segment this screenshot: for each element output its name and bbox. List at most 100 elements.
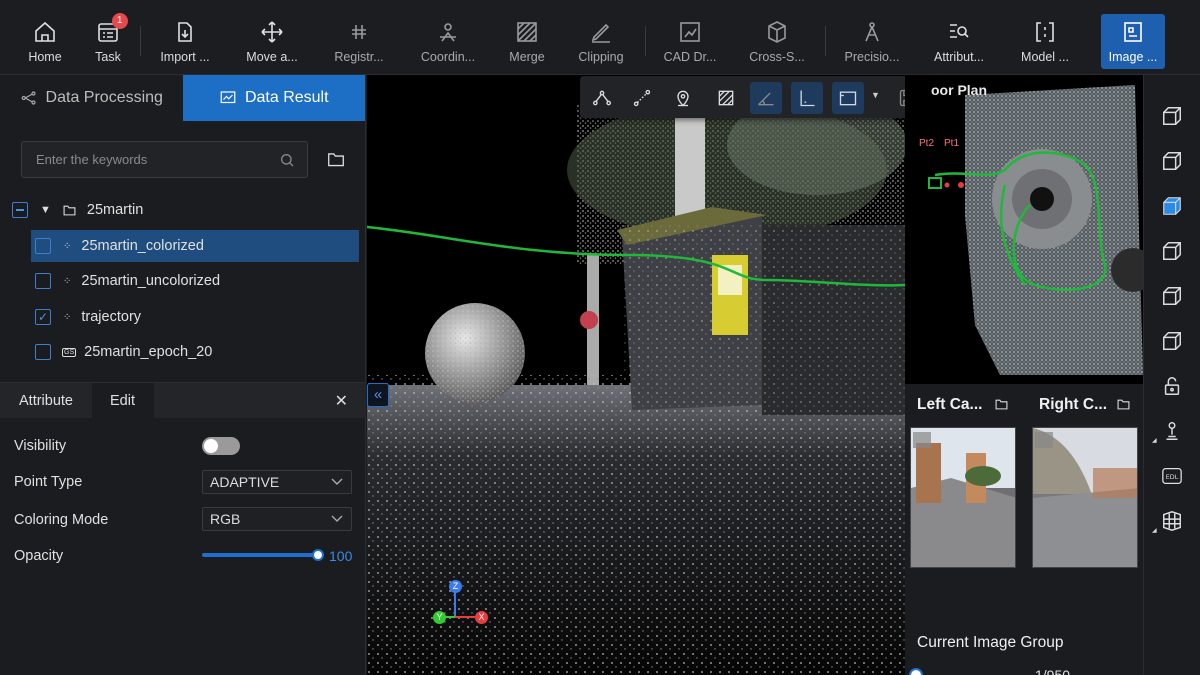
cube-back-view-icon[interactable] xyxy=(1161,240,1183,262)
chevron-down-icon xyxy=(331,515,343,522)
clipping-button[interactable]: Clipping xyxy=(574,14,628,70)
distance-tool-button[interactable] xyxy=(626,82,658,114)
item-checkbox[interactable] xyxy=(35,238,51,254)
open-folder-icon[interactable] xyxy=(327,151,345,167)
import-button[interactable]: Import ... xyxy=(156,14,214,70)
attribute-icon xyxy=(950,24,969,38)
cube-side-view-icon[interactable] xyxy=(1161,195,1183,217)
box-tool-button[interactable] xyxy=(832,82,864,114)
visibility-label: Visibility xyxy=(14,438,67,454)
clipping-icon xyxy=(591,23,610,43)
polyline-tool-button[interactable] xyxy=(586,82,618,114)
submenu-corner-icon: ◢ xyxy=(1152,438,1157,444)
search-icon[interactable] xyxy=(279,152,295,168)
toggle-knob xyxy=(204,439,218,453)
floor-plan-map xyxy=(905,75,1143,384)
item-checkbox[interactable]: ✓ xyxy=(35,309,51,325)
attribute-tabs: Attribute Edit ✕ xyxy=(0,382,366,418)
task-badge: 1 xyxy=(111,13,128,29)
search-input[interactable] xyxy=(22,152,279,167)
root-checkbox[interactable] xyxy=(12,202,28,218)
task-button[interactable]: Task 1 xyxy=(85,13,131,70)
image-counter: 1/950 xyxy=(1035,667,1071,675)
close-icon[interactable]: ✕ xyxy=(335,391,348,411)
chevron-down-icon xyxy=(331,478,343,485)
building-grid-icon[interactable] xyxy=(1161,510,1183,532)
point-2-label: Pt2 xyxy=(919,138,935,149)
collapse-triangle-icon[interactable]: ▼ xyxy=(40,204,51,216)
right-camera-folder-icon[interactable] xyxy=(1117,398,1130,410)
tree-item[interactable]: ⁘ 25martin_colorized xyxy=(31,230,359,262)
image-group-slider-handle[interactable] xyxy=(909,668,923,675)
tab-edit[interactable]: Edit xyxy=(92,383,154,418)
point-cloud-viewport[interactable]: Z Y X « xyxy=(367,75,905,675)
model-button[interactable]: Model ... xyxy=(1016,14,1074,70)
registration-button[interactable]: Registr... xyxy=(330,14,388,70)
coloring-mode-select[interactable]: RGB xyxy=(202,507,352,531)
right-camera-thumbnail[interactable] xyxy=(1032,427,1138,568)
attribute-button[interactable]: Attribut... xyxy=(930,14,988,70)
area-icon xyxy=(718,90,734,106)
dropdown-caret-icon[interactable]: ▼ xyxy=(871,90,880,100)
point-type-select[interactable]: ADAPTIVE xyxy=(202,470,352,494)
image-button[interactable]: Image ... xyxy=(1101,14,1165,69)
cube-left-view-icon[interactable] xyxy=(1161,285,1183,307)
gaussian-splat-icon: GS xyxy=(62,347,77,357)
tab-data-result[interactable]: Data Result xyxy=(182,75,365,121)
right-camera-image xyxy=(1033,428,1137,567)
box-select-icon xyxy=(839,91,857,106)
cube-right-view-icon[interactable] xyxy=(1161,330,1183,352)
tree-item[interactable]: ✓ ⁘ trajectory xyxy=(31,301,359,333)
location-pin-icon xyxy=(677,90,689,107)
left-camera-label: Left Ca... xyxy=(917,396,983,413)
area-tool-button[interactable] xyxy=(710,82,742,114)
current-image-group-label: Current Image Group xyxy=(917,634,1064,651)
height-tool-button[interactable] xyxy=(791,82,823,114)
toolbar-separator xyxy=(825,26,826,56)
angle-tool-button[interactable] xyxy=(750,82,782,114)
point-tool-button[interactable] xyxy=(667,82,699,114)
opacity-slider[interactable] xyxy=(202,549,324,561)
collapse-panel-button[interactable]: « xyxy=(367,383,389,407)
data-processing-icon xyxy=(21,91,36,105)
cube-front-view-icon[interactable] xyxy=(1161,150,1183,172)
distance-icon xyxy=(633,89,651,107)
tree-item[interactable]: ⁘ 25martin_uncolorized xyxy=(31,265,359,297)
tree-root-row[interactable]: ▼ 25martin xyxy=(0,194,366,226)
panel-tabs: Data Processing Data Result xyxy=(0,75,365,121)
item-checkbox[interactable] xyxy=(35,273,51,289)
left-camera-thumbnail[interactable] xyxy=(910,427,1016,568)
coordinate-icon xyxy=(440,23,456,42)
move-button[interactable]: Move a... xyxy=(243,14,301,70)
cad-drawing-button[interactable]: CAD Dr... xyxy=(660,14,720,70)
left-panel: Data Processing Data Result ▼ 25martin ⁘… xyxy=(0,75,366,675)
image-icon xyxy=(1124,22,1142,42)
cross-section-button[interactable]: Cross-S... xyxy=(748,14,806,70)
item-checkbox[interactable] xyxy=(35,344,51,360)
model-icon xyxy=(1036,22,1054,42)
move-icon xyxy=(261,21,283,43)
height-icon xyxy=(800,90,815,107)
point-cloud-icon: ⁘ xyxy=(63,240,72,252)
coordinate-button[interactable]: Coordin... xyxy=(418,14,478,70)
tab-attribute[interactable]: Attribute xyxy=(0,383,92,418)
unlock-icon[interactable] xyxy=(1161,375,1183,397)
merge-icon xyxy=(517,22,537,42)
precision-button[interactable]: Precisio... xyxy=(842,14,902,70)
floor-plan-view[interactable]: oor Plan Pt2 Pt1 xyxy=(905,75,1143,384)
left-camera-folder-icon[interactable] xyxy=(995,398,1008,410)
edl-icon[interactable]: EDL xyxy=(1161,465,1183,487)
navigation-mode-icon[interactable] xyxy=(1161,420,1183,442)
visibility-toggle[interactable] xyxy=(202,437,240,455)
home-button[interactable]: Home xyxy=(22,14,68,70)
slider-handle[interactable] xyxy=(312,549,324,561)
registration-icon xyxy=(352,25,366,39)
tab-data-processing[interactable]: Data Processing xyxy=(0,75,183,121)
point-1-label: Pt1 xyxy=(944,138,960,149)
merge-button[interactable]: Merge xyxy=(504,14,550,70)
right-camera-label: Right C... xyxy=(1039,396,1108,413)
cube-top-view-icon[interactable] xyxy=(1161,105,1183,127)
tree-item[interactable]: GS 25martin_epoch_20 xyxy=(31,336,359,368)
submenu-corner-icon: ◢ xyxy=(1152,528,1157,534)
data-result-icon xyxy=(220,91,236,104)
